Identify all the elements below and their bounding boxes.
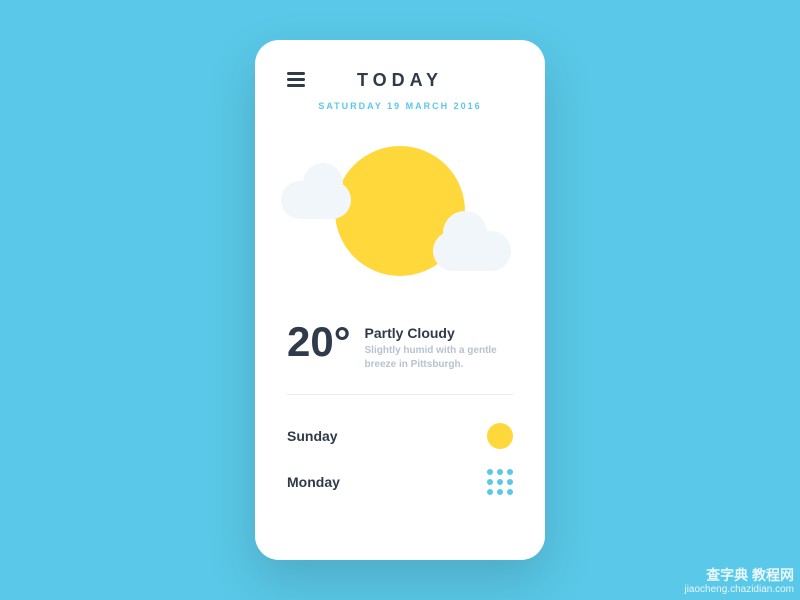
condition-description: Slightly humid with a gentle breeze in P… [365,344,513,372]
weather-illustration [287,131,513,301]
condition-label: Partly Cloudy [365,325,513,341]
watermark: 查字典 教程网 jiaocheng.chazidian.com [684,567,794,596]
watermark-line2: jiaocheng.chazidian.com [684,584,794,596]
header: TODAY [287,70,513,91]
weather-card: TODAY SATURDAY 19 MARCH 2016 20° Partly … [255,40,545,560]
date-label: SATURDAY 19 MARCH 2016 [287,101,513,111]
forecast-day-label: Monday [287,474,340,490]
temperature-value: 20° [287,321,351,363]
rain-icon [487,469,513,495]
watermark-line1: 查字典 教程网 [684,567,794,584]
current-weather: 20° Partly Cloudy Slightly humid with a … [287,321,513,372]
menu-icon[interactable] [287,72,305,86]
sunny-icon [487,423,513,449]
forecast-row-sunday[interactable]: Sunday [287,413,513,459]
divider [287,394,513,395]
forecast-day-label: Sunday [287,428,338,444]
page-title: TODAY [357,70,443,91]
condition-block: Partly Cloudy Slightly humid with a gent… [365,321,513,372]
cloud-icon [433,231,511,271]
forecast-row-monday[interactable]: Monday [287,459,513,505]
cloud-icon [281,181,351,219]
